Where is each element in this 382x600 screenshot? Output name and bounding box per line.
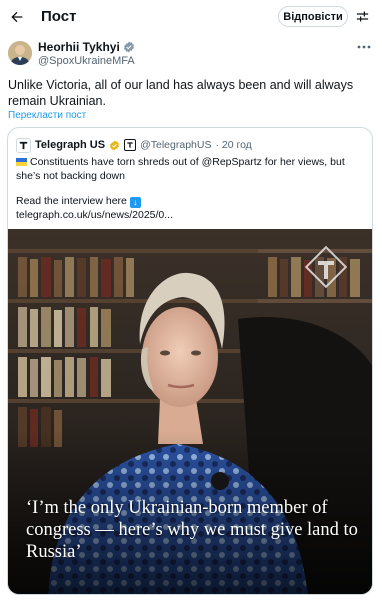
article-link[interactable]: telegraph.co.uk/us/news/2025/0... bbox=[16, 208, 366, 222]
quoted-author-handle: @TelegraphUS bbox=[140, 139, 212, 151]
quoted-post-text-body: Constituents have torn shreds out of @Re… bbox=[16, 156, 345, 182]
avatar[interactable] bbox=[8, 41, 32, 65]
quoted-post-header: Telegraph US @TelegraphUS · 20 год bbox=[16, 137, 252, 153]
telegraph-logo-icon bbox=[16, 137, 31, 153]
gold-verified-badge-icon bbox=[110, 139, 120, 151]
down-arrow-icon: ↓ bbox=[129, 197, 141, 208]
top-bar: Пост Відповісти bbox=[0, 0, 382, 34]
quoted-post-time: · 20 год bbox=[215, 139, 252, 151]
author-name-text: Heorhii Tykhyi bbox=[38, 40, 120, 54]
affiliate-badge-icon bbox=[124, 139, 137, 151]
translate-post-link[interactable]: Перекласти пост bbox=[8, 110, 86, 121]
ukraine-flag-icon bbox=[16, 158, 27, 166]
page-title: Пост bbox=[41, 8, 77, 25]
more-options-button[interactable] bbox=[356, 42, 372, 52]
quoted-author-name: Telegraph US bbox=[35, 139, 106, 151]
reply-button[interactable]: Відповісти bbox=[278, 6, 348, 27]
tweet-text: Unlike Victoria, all of our land has alw… bbox=[8, 78, 354, 108]
author-handle[interactable]: @SpoxUkraineMFA bbox=[38, 55, 135, 67]
verified-badge-icon bbox=[123, 41, 134, 53]
settings-button[interactable] bbox=[353, 7, 371, 25]
avatar-image bbox=[8, 41, 32, 65]
author-name[interactable]: Heorhii Tykhyi bbox=[38, 40, 135, 54]
back-button[interactable] bbox=[6, 6, 28, 28]
read-interview-text: Read the interview here bbox=[16, 195, 127, 207]
arrow-left-icon bbox=[11, 11, 23, 23]
article-headline: ‘I’m the only Ukrainian-born member of c… bbox=[26, 498, 358, 562]
article-photo[interactable]: ‘I’m the only Ukrainian-born member of c… bbox=[8, 229, 372, 594]
quoted-post-link-block: Read the interview here ↓ telegraph.co.u… bbox=[16, 194, 366, 222]
sliders-icon bbox=[356, 11, 368, 21]
quoted-post-text: Constituents have torn shreds out of @Re… bbox=[16, 155, 366, 183]
more-horizontal-icon bbox=[357, 45, 371, 49]
quoted-post-card[interactable]: Telegraph US @TelegraphUS · 20 год Const… bbox=[7, 127, 373, 595]
